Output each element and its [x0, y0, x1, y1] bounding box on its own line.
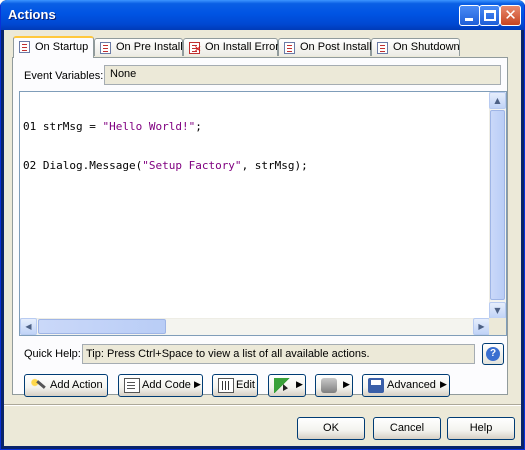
- code-line: 01 strMsg = "Hello World!";: [23, 120, 308, 133]
- advanced-label: Advanced: [387, 379, 436, 391]
- script-icon: [284, 42, 295, 54]
- tab-on-startup[interactable]: On Startup: [13, 36, 94, 58]
- event-variables-value: None: [110, 68, 137, 80]
- tab-on-post-install[interactable]: On Post Install: [278, 38, 372, 56]
- scroll-down-button[interactable]: ▼: [489, 302, 506, 319]
- code-text: strMsg =: [42, 120, 103, 133]
- event-variables-field: None: [104, 65, 501, 85]
- window-title: Actions: [8, 7, 56, 22]
- tab-label: On Shutdown: [393, 41, 460, 53]
- dropdown-arrow-icon: ▶: [343, 380, 350, 390]
- horizontal-scrollbar[interactable]: ◀ ▶: [20, 318, 490, 335]
- code-area[interactable]: 01 strMsg = "Hello World!"; 02 Dialog.Me…: [23, 94, 308, 198]
- code-line: 02 Dialog.Message("Setup Factory", strMs…: [23, 159, 308, 172]
- cancel-label: Cancel: [389, 422, 425, 434]
- help-label: Help: [469, 422, 493, 434]
- maximize-button[interactable]: [479, 5, 500, 26]
- quick-help-text: Tip: Press Ctrl+Space to view a list of …: [86, 348, 370, 360]
- code-document-icon: [124, 378, 140, 393]
- vertical-scrollbar[interactable]: ▲ ▼: [489, 92, 506, 319]
- code-string: "Setup Factory": [142, 159, 242, 172]
- code-string: "Hello World!": [102, 120, 196, 133]
- dropdown-arrow-icon: ▶: [440, 380, 447, 390]
- code-text: , strMsg);: [241, 159, 308, 172]
- tab-label: On Post Install: [300, 41, 372, 53]
- quick-help-field: Tip: Press Ctrl+Space to view a list of …: [82, 344, 475, 364]
- scroll-left-button[interactable]: ◀: [20, 318, 37, 335]
- minimize-icon: [465, 18, 473, 21]
- line-number: 02: [23, 159, 37, 172]
- code-text: ;: [195, 120, 202, 133]
- script-editor[interactable]: 01 strMsg = "Hello World!"; 02 Dialog.Me…: [19, 91, 507, 336]
- save-disk-icon: [368, 378, 384, 393]
- tab-label: On Install Error: [205, 41, 279, 53]
- script-error-icon: [189, 42, 202, 55]
- edit-label: Edit: [236, 379, 255, 391]
- tab-label: On Startup: [35, 41, 89, 53]
- divider: [4, 404, 521, 406]
- edit-icon: [218, 378, 234, 393]
- code-text: Dialog.Message(: [42, 159, 143, 172]
- title-bar[interactable]: Actions ✕: [0, 0, 525, 30]
- ok-label: OK: [323, 422, 339, 434]
- scrollbar-corner: [489, 318, 506, 335]
- ok-button[interactable]: OK: [297, 417, 365, 440]
- tab-on-pre-install[interactable]: On Pre Install: [94, 38, 183, 56]
- close-icon: ✕: [504, 6, 517, 24]
- cancel-button[interactable]: Cancel: [373, 417, 441, 440]
- tab-on-install-error[interactable]: On Install Error: [183, 38, 279, 56]
- tab-label: On Pre Install: [116, 41, 183, 53]
- script-icon: [100, 42, 111, 54]
- event-variables-label: Event Variables:: [24, 70, 104, 82]
- line-number: 01: [23, 120, 37, 133]
- magic-wand-icon: [30, 378, 46, 393]
- horizontal-scroll-thumb[interactable]: [38, 319, 166, 334]
- vertical-scroll-thumb[interactable]: [490, 110, 505, 300]
- advanced-button[interactable]: Advanced ▶: [362, 374, 450, 397]
- run-action-menu-button[interactable]: ▶: [268, 374, 306, 397]
- maximize-icon: [484, 10, 496, 21]
- add-action-button[interactable]: Add Action: [24, 374, 108, 397]
- quick-help-info-button[interactable]: ?: [482, 343, 504, 365]
- close-button[interactable]: ✕: [500, 5, 521, 26]
- scroll-right-button[interactable]: ▶: [473, 318, 490, 335]
- script-icon: [377, 42, 388, 54]
- help-icon: ?: [486, 347, 500, 361]
- scroll-up-button[interactable]: ▲: [489, 92, 506, 109]
- tab-on-shutdown[interactable]: On Shutdown: [371, 38, 460, 56]
- add-code-button[interactable]: Add Code ▶: [118, 374, 203, 397]
- add-action-label: Add Action: [50, 379, 103, 391]
- dialog-client-area: On Startup On Pre Install On Install Err…: [4, 30, 521, 446]
- quick-help-label: Quick Help:: [24, 348, 81, 360]
- help-button[interactable]: Help: [447, 417, 515, 440]
- actions-window: Actions ✕ On Startup On Pre Install On I…: [0, 0, 525, 450]
- add-code-label: Add Code: [142, 379, 191, 391]
- edit-button[interactable]: Edit: [212, 374, 258, 397]
- run-flag-icon: [274, 378, 290, 393]
- script-icon: [19, 41, 30, 53]
- dropdown-arrow-icon: ▶: [194, 380, 201, 390]
- tools-icon: [321, 378, 337, 393]
- tools-menu-button[interactable]: ▶: [315, 374, 353, 397]
- dropdown-arrow-icon: ▶: [296, 380, 303, 390]
- minimize-button[interactable]: [459, 5, 480, 26]
